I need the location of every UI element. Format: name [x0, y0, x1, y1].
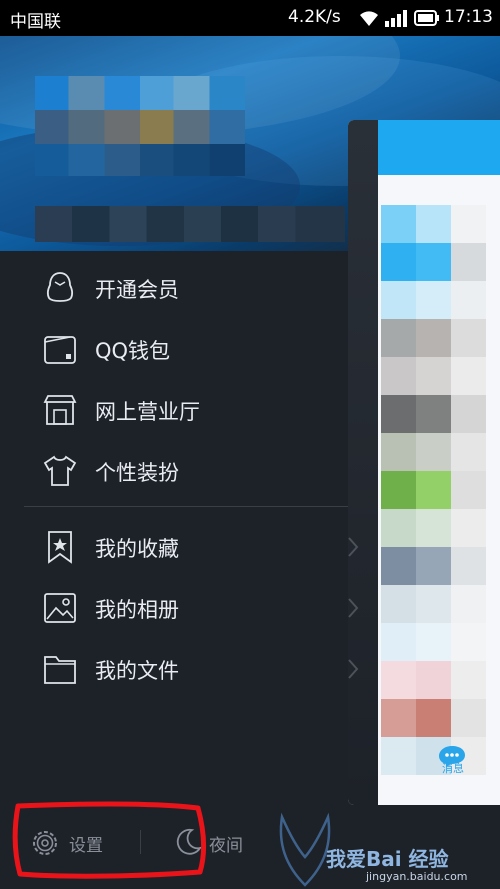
- menu-item-online-hall[interactable]: 网上营业厅: [0, 380, 350, 440]
- night-mode-label: 夜间: [209, 836, 243, 856]
- carrier-name: 中国联: [10, 12, 61, 32]
- menu-divider: [24, 506, 354, 507]
- avatar[interactable]: [35, 76, 245, 176]
- menu-label: QQ钱包: [95, 339, 171, 363]
- menu-item-qq-wallet[interactable]: QQ钱包: [0, 319, 350, 379]
- watermark-url: jingyan.baidu.com: [366, 870, 468, 883]
- user-nickname: [35, 206, 345, 242]
- wallet-icon: [44, 336, 76, 364]
- menu-item-theme[interactable]: 个性装扮: [0, 441, 350, 501]
- title-bar: [375, 120, 500, 175]
- penguin-icon: [47, 272, 73, 302]
- menu-item-album[interactable]: 我的相册: [0, 578, 350, 638]
- message-tab-label[interactable]: 消息: [428, 760, 478, 776]
- watermark: 我爱Bai 经验 jingyan.baidu.com: [270, 805, 500, 889]
- menu-item-files[interactable]: 我的文件: [0, 639, 350, 699]
- menu-label: 我的文件: [95, 659, 179, 683]
- menu-label: 我的相册: [95, 598, 179, 622]
- photo-album-icon: [44, 593, 76, 623]
- main-screen-preview[interactable]: 消息: [348, 120, 500, 805]
- status-bar: 中国联 4.2K/s 17:13: [0, 0, 500, 36]
- annotation-ring: [12, 801, 207, 879]
- clock-time: 17:13: [444, 7, 493, 27]
- watermark-title: 我爱Bai 经验: [326, 847, 449, 871]
- chevron-right-icon: [348, 598, 359, 618]
- bookmark-star-icon: [48, 531, 72, 564]
- chevron-right-icon: [348, 537, 359, 557]
- network-speed: 4.2K/s: [288, 7, 341, 27]
- menu-label: 开通会员: [95, 278, 179, 302]
- menu-item-vip[interactable]: 开通会员: [0, 258, 350, 318]
- menu-label: 网上营业厅: [95, 400, 200, 424]
- battery-icon: [414, 10, 439, 26]
- wifi-icon: [360, 11, 378, 26]
- folder-icon: [44, 656, 76, 684]
- chevron-right-icon: [348, 659, 359, 679]
- tshirt-icon: [43, 455, 77, 486]
- menu-item-favorites[interactable]: 我的收藏: [0, 517, 350, 577]
- store-icon: [43, 395, 77, 425]
- menu-label: 个性装扮: [95, 461, 179, 485]
- menu-label: 我的收藏: [95, 537, 179, 561]
- signal-icon: [385, 10, 407, 27]
